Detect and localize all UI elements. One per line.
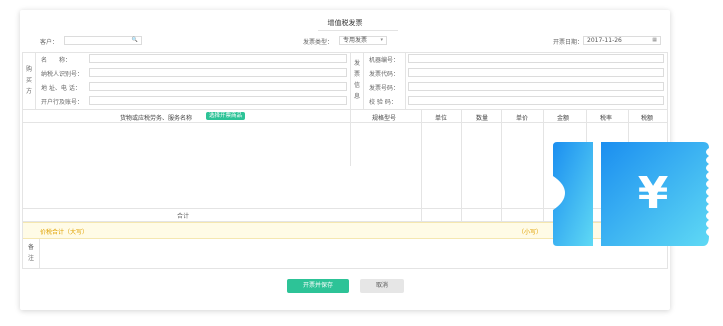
divider	[421, 109, 422, 221]
divider	[405, 53, 406, 109]
col-header-tax-amount: 税额	[641, 115, 654, 122]
col-header-price: 单价	[516, 115, 529, 122]
invoice-type-select[interactable]: 专用发票 ▾	[339, 36, 387, 45]
check-code-label: 校 验 码：	[369, 99, 397, 106]
divider	[363, 53, 364, 109]
divider	[23, 122, 667, 123]
total-uppercase-label: 价税合计（大写）	[40, 229, 89, 236]
col-header-goods: 货物或应税劳务、服务名称	[120, 115, 193, 122]
buyer-bank-label: 开户行及账号：	[41, 99, 84, 106]
title-divider	[318, 30, 398, 31]
customer-label: 客户：	[40, 39, 59, 46]
divider	[23, 109, 667, 110]
subtotal-label: 合计	[177, 213, 190, 220]
buyer-address-input[interactable]	[89, 82, 347, 91]
machine-no-label: 机器编号：	[369, 57, 400, 64]
yen-ticket-icon: ¥	[553, 142, 709, 246]
col-header-amount: 金额	[557, 115, 570, 122]
buyer-name-label: 名 称：	[41, 57, 72, 64]
col-header-spec: 规格型号	[372, 115, 397, 122]
select-goods-button[interactable]: 选择开票商品	[206, 112, 246, 120]
page-title: 增值税发票	[327, 19, 363, 27]
total-lowercase-label: （小写）	[518, 229, 543, 236]
ticket-stub	[553, 142, 593, 246]
buyer-name-input[interactable]	[89, 54, 347, 63]
divider	[543, 109, 544, 221]
col-header-tax-rate: 税率	[600, 115, 613, 122]
calendar-icon[interactable]: ▦	[652, 37, 657, 44]
divider	[39, 237, 40, 268]
divider	[35, 53, 36, 109]
remark-label: 备 注	[27, 244, 34, 262]
buyer-bank-input[interactable]	[89, 96, 347, 105]
col-header-quantity: 数量	[476, 115, 489, 122]
col-header-unit: 单位	[435, 115, 448, 122]
date-value: 2017-11-26	[587, 37, 622, 44]
date-input[interactable]: 2017-11-26 ▦	[583, 36, 661, 45]
invoice-info-section-label: 发 票 信 息	[353, 60, 360, 100]
cancel-button[interactable]: 取消	[360, 279, 404, 293]
save-invoice-button[interactable]: 开票并保存	[287, 279, 349, 293]
invoice-type-value: 专用发票	[343, 37, 368, 44]
invoice-number-input[interactable]	[408, 82, 664, 91]
yen-symbol: ¥	[638, 168, 669, 219]
search-icon[interactable]: 🔍	[132, 37, 138, 44]
buyer-taxid-label: 纳税人识别号：	[41, 71, 84, 78]
buyer-address-label: 地 址、电 话：	[41, 85, 81, 92]
divider	[501, 109, 502, 221]
buyer-taxid-input[interactable]	[89, 68, 347, 77]
invoice-type-label: 发票类型：	[303, 39, 334, 46]
date-label: 开票日期：	[553, 39, 584, 46]
invoice-code-label: 发票代码：	[369, 71, 400, 78]
chevron-down-icon: ▾	[380, 37, 383, 43]
divider	[461, 109, 462, 221]
invoice-number-label: 发票号码：	[369, 85, 400, 92]
invoice-code-input[interactable]	[408, 68, 664, 77]
customer-input[interactable]: 🔍	[64, 36, 142, 45]
check-code-input[interactable]	[408, 96, 664, 105]
buyer-section-label: 购 买 方	[25, 66, 32, 95]
machine-no-input[interactable]	[408, 54, 664, 63]
